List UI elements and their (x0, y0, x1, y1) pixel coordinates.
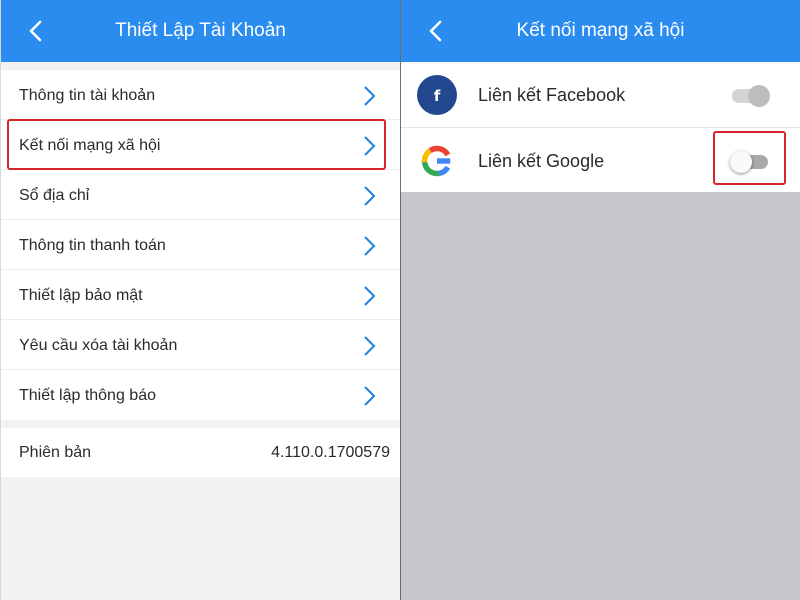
chevron-right-icon (364, 86, 376, 106)
toggle-knob (730, 151, 752, 173)
header-bar: Kết nối mạng xã hội (401, 0, 800, 62)
menu-item-label: Thông tin tài khoản (19, 87, 156, 104)
menu-item-notification-settings[interactable]: Thiết lập thông báo (1, 370, 400, 420)
chevron-right-icon (364, 136, 376, 156)
menu-item-label: Sổ địa chỉ (19, 187, 90, 204)
social-item-label: Liên kết Facebook (478, 85, 626, 105)
account-settings-screen: Thiết Lập Tài Khoản Thông tin tài khoản … (0, 0, 400, 600)
social-connect-screen: Kết nối mạng xã hội f Liên kết Facebook … (401, 0, 800, 600)
settings-menu-list: Thông tin tài khoản Kết nối mạng xã hội … (1, 70, 400, 420)
menu-item-label: Kết nối mạng xã hội (19, 137, 161, 154)
chevron-right-icon (364, 186, 376, 206)
social-item-google: Liên kết Google (401, 127, 800, 192)
menu-item-label: Thiết lập thông báo (19, 387, 156, 404)
menu-item-label: Thông tin thanh toán (19, 237, 166, 254)
page-title: Kết nối mạng xã hội (516, 20, 685, 41)
chevron-right-icon (364, 336, 376, 356)
menu-item-payment-info[interactable]: Thông tin thanh toán (1, 220, 400, 270)
back-chevron-icon[interactable] (25, 19, 49, 43)
header-bar: Thiết Lập Tài Khoản (1, 0, 400, 62)
menu-item-address-book[interactable]: Sổ địa chỉ (1, 170, 400, 220)
page-title: Thiết Lập Tài Khoản (115, 20, 286, 41)
version-row: Phiên bản 4.110.0.1700579 (1, 428, 400, 477)
menu-item-security-settings[interactable]: Thiết lập bảo mật (1, 270, 400, 320)
social-link-list: f Liên kết Facebook Liên kết Google (401, 62, 800, 192)
social-item-facebook: f Liên kết Facebook (401, 62, 800, 127)
chevron-right-icon (364, 236, 376, 256)
social-item-label: Liên kết Google (478, 151, 605, 171)
version-value: 4.110.0.1700579 (271, 444, 390, 461)
menu-item-label: Thiết lập bảo mật (19, 287, 143, 304)
back-chevron-icon[interactable] (425, 19, 449, 43)
facebook-icon-letter: f (434, 87, 441, 105)
version-label: Phiên bản (19, 444, 92, 461)
facebook-icon: f (417, 75, 457, 115)
menu-item-social-connect[interactable]: Kết nối mạng xã hội (1, 120, 400, 170)
google-link-toggle[interactable] (730, 150, 772, 173)
menu-item-label: Yêu cầu xóa tài khoản (19, 337, 178, 354)
chevron-right-icon (364, 286, 376, 306)
menu-item-account-info[interactable]: Thông tin tài khoản (1, 70, 400, 120)
toggle-knob (748, 85, 770, 107)
chevron-right-icon (364, 386, 376, 406)
facebook-link-toggle[interactable] (730, 84, 772, 107)
google-icon (421, 145, 453, 177)
menu-item-delete-account[interactable]: Yêu cầu xóa tài khoản (1, 320, 400, 370)
